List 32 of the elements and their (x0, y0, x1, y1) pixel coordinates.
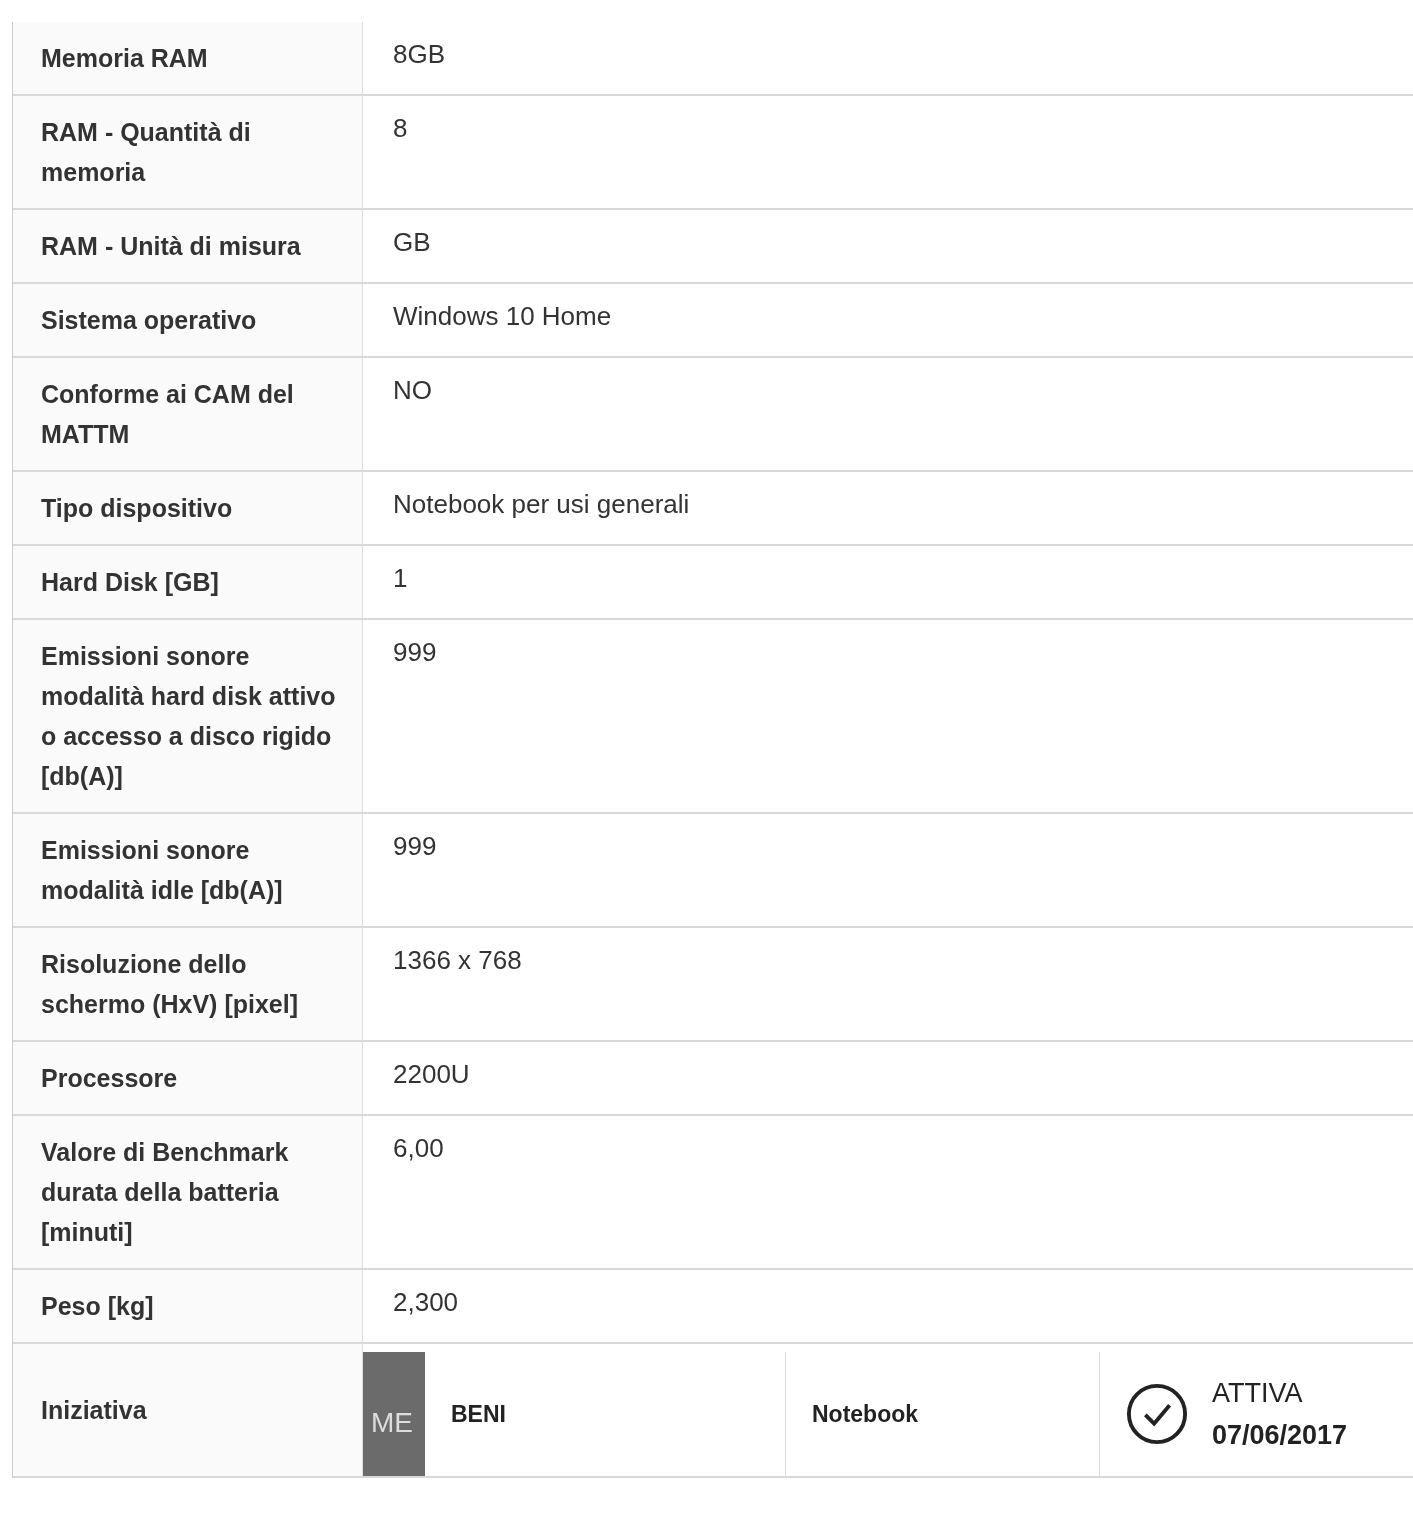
field-label: Iniziativa (41, 1395, 147, 1426)
field-value: Windows 10 Home (393, 301, 612, 331)
field-value: GB (393, 227, 431, 257)
field-value: 999 (393, 637, 437, 667)
field-value: 1 (393, 563, 408, 593)
field-label: RAM - Quantità di memoria (41, 118, 251, 186)
field-value: 2,300 (393, 1287, 459, 1317)
field-label: Processore (41, 1064, 178, 1092)
field-label: Peso [kg] (41, 1292, 154, 1320)
field-label: Sistema operativo (41, 306, 257, 334)
status-date: 07/06/2017 (1212, 1419, 1348, 1452)
field-label: RAM - Unità di misura (41, 232, 301, 260)
field-label: Risoluzione dello schermo (HxV) [pixel] (41, 950, 298, 1018)
field-label: Valore di Benchmark durata della batteria [minuti] (41, 1138, 289, 1246)
field-value: Notebook per usi generali (393, 489, 690, 519)
field-value: 6,00 (393, 1133, 444, 1163)
field-value: 8GB (393, 39, 446, 69)
field-value: 8 (393, 113, 408, 143)
field-label: Hard Disk [GB] (41, 568, 219, 596)
field-label: Conforme ai CAM del MATTM (41, 380, 294, 448)
field-label: Tipo dispositivo (41, 494, 233, 522)
initiative-name: Notebook (812, 1400, 919, 1428)
field-value: 999 (393, 831, 437, 861)
field-label: Emissioni sonore modalità idle [db(A)] (41, 836, 283, 904)
field-value: 2200U (393, 1059, 470, 1089)
initiative-badge: ME (363, 1352, 425, 1476)
field-value: NO (393, 375, 432, 405)
field-label: Memoria RAM (41, 44, 208, 72)
status-text: ATTIVA (1212, 1377, 1304, 1410)
field-label: Emissioni sonore modalità hard disk attivo o accesso a disco rigido [db(A)] (41, 642, 336, 790)
category-text: BENI (451, 1400, 506, 1428)
field-value: 1366 x 768 (393, 945, 522, 975)
